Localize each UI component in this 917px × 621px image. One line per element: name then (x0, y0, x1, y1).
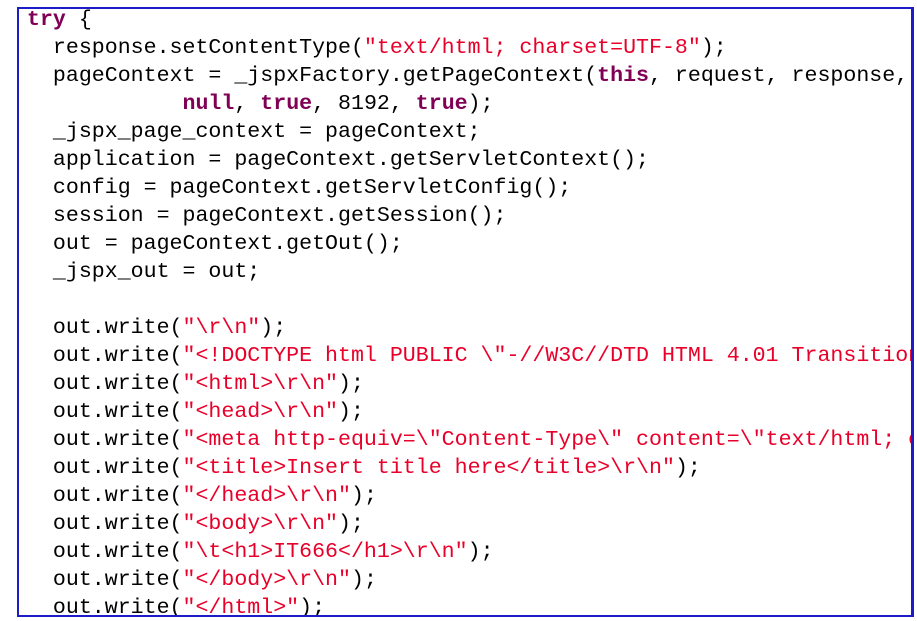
code-token: ); (350, 568, 377, 592)
code-token: ); (338, 400, 364, 424)
code-token: out.write( (27, 456, 183, 480)
code-token: pageContext = _jspxFactory.getPageContex… (27, 64, 598, 88)
code-line: out.write("\t<h1>IT666</h1>\r\n"); (27, 538, 911, 566)
string-token: "\r\n" (182, 316, 261, 340)
code-token: out.write( (27, 540, 183, 564)
code-line: out.write("<!DOCTYPE html PUBLIC \"-//W3… (27, 342, 914, 370)
code-token: out.write( (27, 596, 183, 617)
code-line: out.write("\r\n"); (27, 314, 911, 342)
string-token: "<meta http-equiv=\"Content-Type\" conte… (182, 428, 914, 452)
string-token: "<title>Insert title here</title>\r\n" (182, 456, 675, 480)
string-token: "</head>\r\n" (182, 484, 351, 508)
code-token: ); (338, 372, 364, 396)
code-token: , 8192, (312, 92, 416, 116)
code-line: null, true, 8192, true); (27, 90, 911, 118)
code-token: session = pageContext.getSession(); (27, 204, 507, 228)
code-line: config = pageContext.getServletConfig(); (27, 174, 911, 202)
code-token: ); (467, 92, 494, 116)
string-token: "<!DOCTYPE html PUBLIC \"-//W3C//DTD HTM… (182, 344, 914, 368)
code-line: out.write("<body>\r\n"); (27, 510, 911, 538)
string-token: "</body>\r\n" (182, 568, 351, 592)
code-token: ); (674, 456, 701, 480)
code-token: out.write( (27, 400, 183, 424)
code-line: out.write("<html>\r\n"); (27, 370, 911, 398)
code-token: ); (467, 540, 494, 564)
string-token: "\t<h1>IT666</h1>\r\n" (182, 540, 468, 564)
code-token: , request, response, (649, 64, 909, 88)
code-block: try { response.setContentType("text/html… (27, 8, 914, 617)
code-token: out.write( (27, 428, 183, 452)
code-token: ); (299, 596, 326, 617)
string-token: "<head>\r\n" (182, 400, 339, 424)
string-token: "<html>\r\n" (182, 372, 339, 396)
keyword-token: true (415, 92, 468, 116)
code-line: out = pageContext.getOut(); (27, 230, 911, 258)
code-line: try { (27, 8, 911, 34)
keyword-token: this (597, 64, 650, 88)
code-line: out.write("</body>\r\n"); (27, 566, 911, 594)
code-token: out.write( (27, 568, 183, 592)
code-token: ); (350, 484, 377, 508)
code-token: ); (260, 316, 287, 340)
code-token: out.write( (27, 344, 183, 368)
code-token: out.write( (27, 512, 183, 536)
code-line: out.write("</head>\r\n"); (27, 482, 911, 510)
code-line: out.write("</html>"); (27, 594, 911, 617)
keyword-token: true (260, 92, 313, 116)
code-token: out = pageContext.getOut(); (27, 232, 403, 256)
code-token: application = pageContext.getServletCont… (27, 148, 650, 172)
code-line: out.write("<title>Insert title here</tit… (27, 454, 911, 482)
string-token: "<body>\r\n" (182, 512, 339, 536)
code-token: _jspx_page_context = pageContext; (27, 120, 481, 144)
code-viewer-frame: try { response.setContentType("text/html… (17, 7, 914, 617)
string-token: "</html>" (182, 596, 300, 617)
code-line: _jspx_out = out; (27, 258, 911, 286)
code-line: out.write("<meta http-equiv=\"Content-Ty… (27, 426, 914, 454)
code-token: ); (338, 512, 364, 536)
code-token: _jspx_out = out; (27, 260, 261, 284)
code-token: out.write( (27, 316, 183, 340)
code-token: { (65, 8, 92, 32)
code-line: _jspx_page_context = pageContext; (27, 118, 911, 146)
code-token: ); (700, 36, 727, 60)
code-token: , (234, 92, 261, 116)
code-line: response.setContentType("text/html; char… (27, 34, 911, 62)
code-token: config = pageContext.getServletConfig(); (27, 176, 572, 200)
string-token: "text/html; charset=UTF-8" (363, 36, 701, 60)
keyword-token: try (27, 8, 66, 32)
code-token: out.write( (27, 484, 183, 508)
code-line: session = pageContext.getSession(); (27, 202, 911, 230)
code-line: application = pageContext.getServletCont… (27, 146, 911, 174)
code-token: out.write( (27, 372, 183, 396)
keyword-token: null (182, 92, 235, 116)
code-line: out.write("<head>\r\n"); (27, 398, 911, 426)
code-token: response.setContentType( (27, 36, 364, 60)
code-line: pageContext = _jspxFactory.getPageContex… (27, 62, 911, 90)
